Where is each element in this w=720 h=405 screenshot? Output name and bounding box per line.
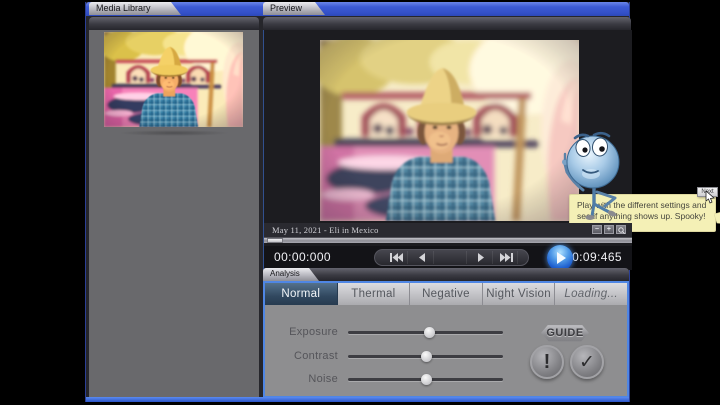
preview-tab-strip: [263, 17, 631, 30]
exposure-label: Exposure: [265, 326, 338, 338]
zoom-out-button[interactable]: −: [592, 225, 602, 234]
media-library-tab-strip: [89, 17, 259, 30]
skip-end-button[interactable]: [495, 251, 518, 264]
mode-tab-night-vision[interactable]: Night Vision: [483, 283, 556, 305]
media-library-panel: [89, 30, 259, 398]
magnifier-icon: [618, 227, 625, 234]
noise-slider-row: Noise: [265, 373, 627, 385]
analysis-tab-strip: [263, 268, 629, 281]
total-time: 00:09:465: [565, 250, 622, 264]
zoom-in-label: +: [607, 226, 611, 233]
guide-button[interactable]: GUIDE: [541, 324, 589, 342]
mode-tab-loading[interactable]: Loading...: [555, 283, 627, 305]
exposure-slider[interactable]: [348, 331, 503, 334]
media-thumbnail[interactable]: [104, 32, 243, 127]
media-library-tab-label: Media Library: [96, 3, 151, 13]
play-spacer: [436, 251, 467, 264]
app-window: SpectralAware™ 2.1 Media Library: [85, 2, 630, 402]
confirm-button[interactable]: ✓: [570, 345, 604, 379]
preview-tab-label: Preview: [270, 3, 302, 13]
step-back-icon: [418, 253, 426, 262]
step-forward-button[interactable]: [470, 251, 493, 264]
guide-button-label: GUIDE: [546, 327, 583, 339]
screen: SpectralAware™ 2.1 Media Library: [0, 0, 720, 405]
mode-tab-negative[interactable]: Negative: [410, 283, 483, 305]
noise-slider[interactable]: [348, 378, 503, 381]
zoom-out-label: −: [595, 226, 599, 233]
transport-controls: [374, 249, 529, 266]
contrast-label: Contrast: [265, 350, 338, 362]
bubble-tail: [714, 210, 720, 230]
scrub-handle[interactable]: [267, 238, 283, 243]
elapsed-time: 00:00:000: [274, 250, 331, 264]
analysis-panel: Normal Thermal Negative Night Vision Loa…: [263, 281, 629, 398]
step-forward-icon: [477, 253, 485, 262]
transport-bar: 00:00:000 00:09:465: [264, 246, 632, 270]
video-scene-thumbnail: [104, 32, 243, 127]
alert-button[interactable]: !: [530, 345, 564, 379]
analysis-tab-label: Analysis: [270, 269, 300, 278]
skip-end-icon: [500, 253, 513, 262]
skip-start-button[interactable]: [385, 251, 408, 264]
analysis-mode-tabs: Normal Thermal Negative Night Vision Loa…: [265, 283, 627, 305]
play-icon: [555, 252, 566, 264]
thumbnail-shadow: [119, 130, 229, 136]
skip-start-icon: [390, 253, 403, 262]
mode-tab-thermal-label: Thermal: [351, 288, 395, 300]
mode-tab-night-vision-label: Night Vision: [486, 288, 551, 300]
window-bottom-border: [86, 397, 629, 402]
video-caption-bar: May 11, 2021 - Eli in Mexico − +: [264, 223, 632, 237]
contrast-slider-handle[interactable]: [421, 351, 432, 362]
caption-controls: − +: [592, 225, 626, 234]
video-display[interactable]: [320, 40, 579, 221]
mode-tab-negative-label: Negative: [422, 288, 470, 300]
exposure-slider-handle[interactable]: [424, 327, 435, 338]
zoom-in-button[interactable]: +: [604, 225, 614, 234]
noise-slider-handle[interactable]: [421, 374, 432, 385]
step-back-button[interactable]: [411, 251, 434, 264]
noise-label: Noise: [265, 373, 338, 385]
contrast-slider[interactable]: [348, 355, 503, 358]
loupe-button[interactable]: [616, 225, 626, 234]
alert-button-label: !: [544, 351, 551, 374]
mode-tab-normal[interactable]: Normal: [265, 283, 338, 305]
scrub-bar[interactable]: [264, 237, 632, 243]
mouse-cursor-icon: [705, 191, 715, 204]
mode-tab-normal-label: Normal: [281, 288, 320, 300]
tab-media-library[interactable]: Media Library: [89, 2, 181, 15]
mode-tab-loading-label: Loading...: [564, 288, 618, 300]
mode-tab-thermal[interactable]: Thermal: [338, 283, 411, 305]
confirm-button-label: ✓: [579, 351, 595, 373]
video-caption: May 11, 2021 - Eli in Mexico: [272, 225, 379, 235]
video-scene: [320, 40, 579, 221]
tab-preview[interactable]: Preview: [263, 2, 325, 15]
spooky-mascot: [557, 128, 629, 220]
